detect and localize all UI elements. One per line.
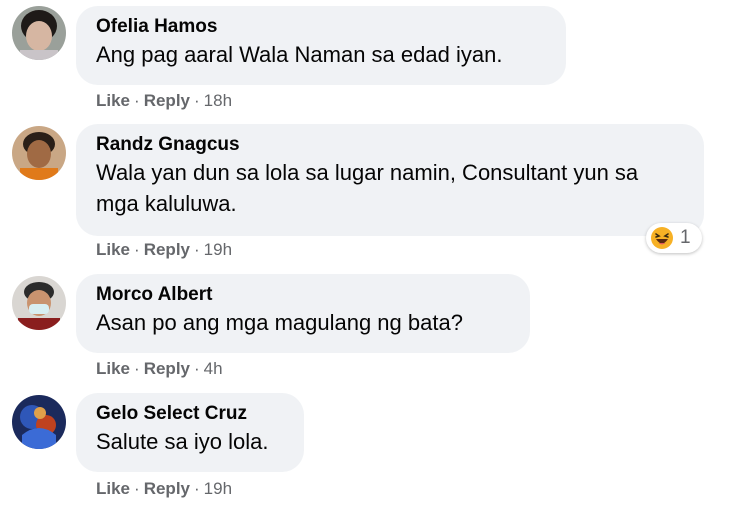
comment-author[interactable]: Randz Gnagcus <box>96 133 684 157</box>
timestamp[interactable]: 19h <box>204 240 232 259</box>
separator: · <box>134 479 140 498</box>
comment-actions: Like · Reply · 18h <box>96 91 232 111</box>
comment-text: Salute sa iyo lola. <box>96 429 269 454</box>
comment-text: Wala yan dun sa lola sa lugar namin, Con… <box>96 160 639 216</box>
separator: · <box>134 240 140 259</box>
comment-text: Asan po ang mga magulang ng bata? <box>96 310 463 335</box>
comment-actions: Like · Reply · 19h <box>96 479 232 499</box>
like-link[interactable]: Like <box>96 359 130 378</box>
reply-link[interactable]: Reply <box>144 479 190 498</box>
reply-link[interactable]: Reply <box>144 240 190 259</box>
haha-emoji-icon <box>651 227 673 249</box>
comment-actions: Like · Reply · 4h <box>96 359 223 379</box>
like-link[interactable]: Like <box>96 240 130 259</box>
avatar[interactable] <box>12 6 66 60</box>
comment-bubble: Randz Gnagcus Wala yan dun sa lola sa lu… <box>76 124 704 236</box>
reply-link[interactable]: Reply <box>144 359 190 378</box>
comment-bubble: Ofelia Hamos Ang pag aaral Wala Naman sa… <box>76 6 566 85</box>
comment-bubble: Morco Albert Asan po ang mga magulang ng… <box>76 274 530 353</box>
avatar[interactable] <box>12 395 66 449</box>
separator: · <box>194 240 200 259</box>
comment-bubble: Gelo Select Cruz Salute sa iyo lola. <box>76 393 304 472</box>
reaction-count: 1 <box>680 227 691 248</box>
separator: · <box>194 359 200 378</box>
reaction-summary[interactable]: 1 <box>646 223 702 253</box>
reply-link[interactable]: Reply <box>144 91 190 110</box>
timestamp[interactable]: 4h <box>204 359 223 378</box>
timestamp[interactable]: 19h <box>204 479 232 498</box>
comment-author[interactable]: Morco Albert <box>96 283 510 307</box>
comment-text: Ang pag aaral Wala Naman sa edad iyan. <box>96 42 503 67</box>
separator: · <box>194 479 200 498</box>
comment-author[interactable]: Gelo Select Cruz <box>96 402 284 426</box>
separator: · <box>194 91 200 110</box>
separator: · <box>134 359 140 378</box>
avatar[interactable] <box>12 126 66 180</box>
like-link[interactable]: Like <box>96 91 130 110</box>
avatar[interactable] <box>12 276 66 330</box>
timestamp[interactable]: 18h <box>204 91 232 110</box>
separator: · <box>134 91 140 110</box>
comment-actions: Like · Reply · 19h <box>96 240 232 260</box>
comment-author[interactable]: Ofelia Hamos <box>96 15 546 39</box>
like-link[interactable]: Like <box>96 479 130 498</box>
